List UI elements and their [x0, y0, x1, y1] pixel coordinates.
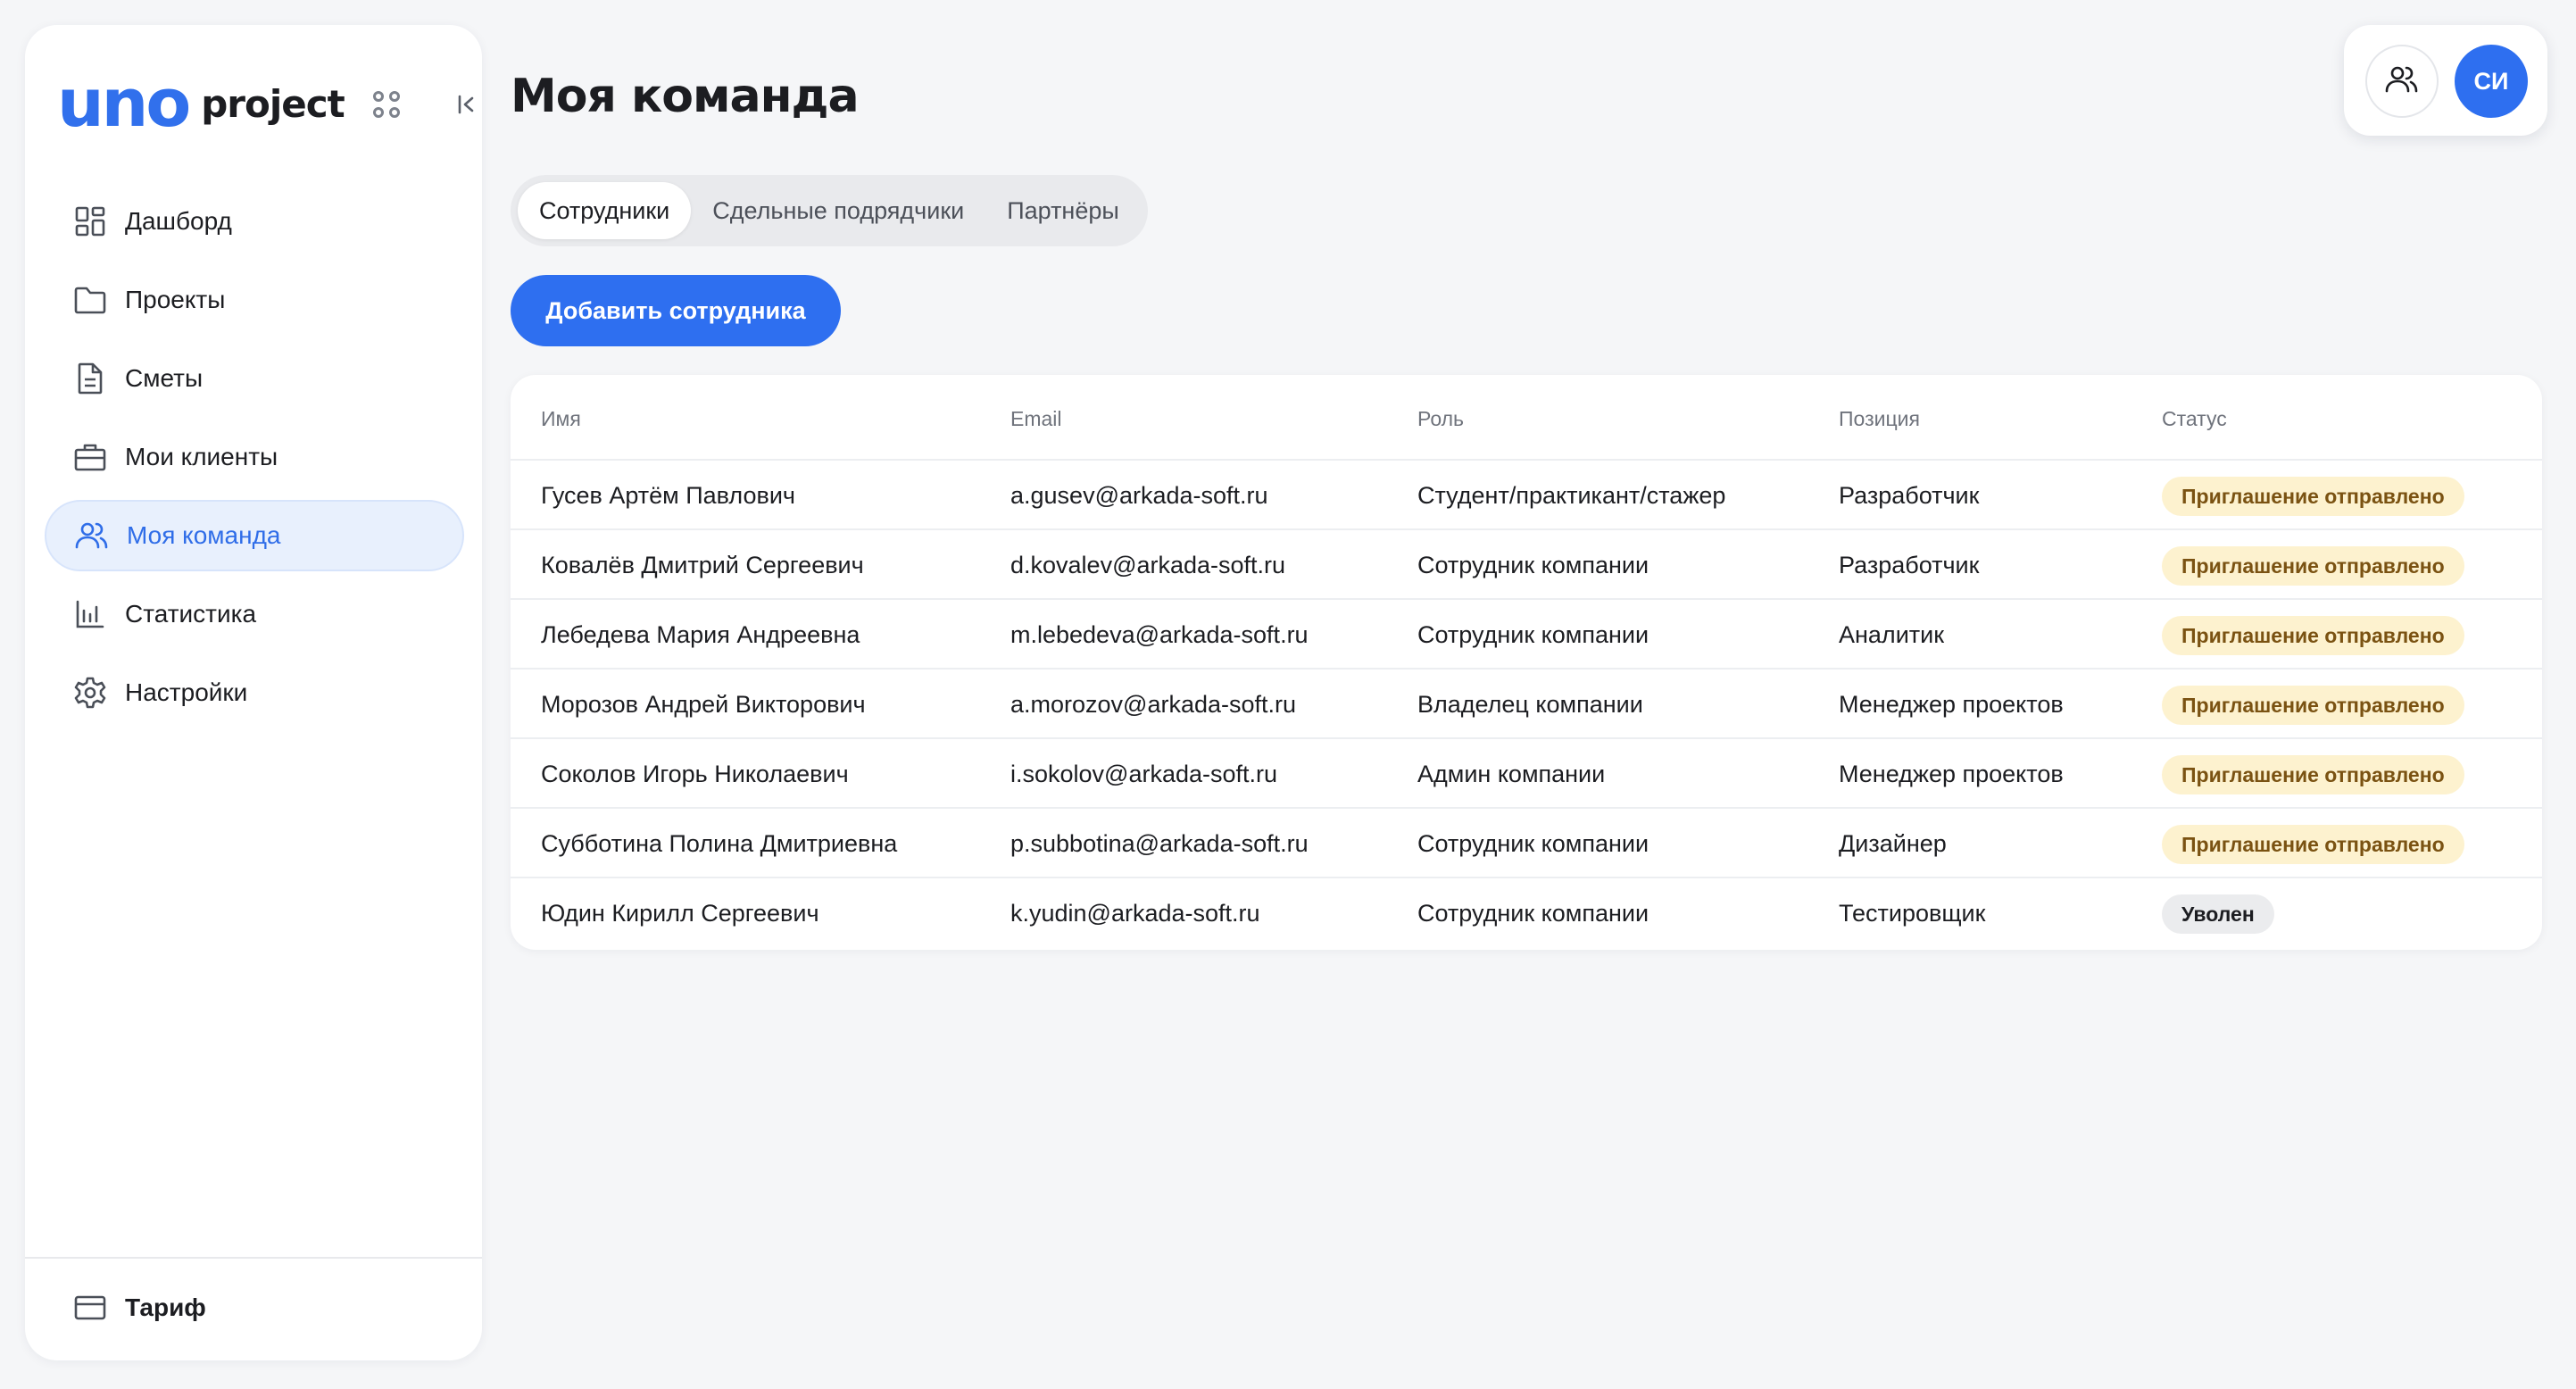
- add-employee-button[interactable]: Добавить сотрудника: [511, 275, 841, 346]
- sidebar-item-label: Статистика: [125, 600, 257, 628]
- table-row[interactable]: Ковалёв Дмитрий Сергеевич d.kovalev@arkad…: [511, 530, 2542, 600]
- cell-role: Владелец компании: [1417, 691, 1643, 718]
- status-badge: Приглашение отправлено: [2162, 477, 2464, 516]
- sidebar: uno project Дашборд Проекты Сметы Мои кл…: [25, 25, 482, 1360]
- status-badge: Приглашение отправлено: [2162, 755, 2464, 794]
- tab-employees[interactable]: Сотрудники: [518, 182, 692, 239]
- cell-position: Тестировщик: [1839, 900, 1986, 927]
- cell-name: Лебедева Мария Андреевна: [541, 621, 860, 648]
- bar-chart-icon: [71, 595, 109, 633]
- employees-table: Имя Email Роль Позиция Статус Гусев Артё…: [511, 375, 2542, 950]
- cell-role: Админ компании: [1417, 761, 1606, 787]
- sidebar-item-team[interactable]: Моя команда: [45, 500, 464, 571]
- cell-email: a.gusev@arkada-soft.ru: [1010, 482, 1268, 509]
- sidebar-item-dashboard[interactable]: Дашборд: [45, 186, 464, 257]
- sidebar-item-settings[interactable]: Настройки: [45, 657, 464, 728]
- sidebar-item-label: Мои клиенты: [125, 443, 278, 470]
- sidebar-item-projects[interactable]: Проекты: [45, 264, 464, 336]
- column-header-role[interactable]: Роль: [1417, 407, 1464, 431]
- table-row[interactable]: Морозов Андрей Викторович a.morozov@arkad…: [511, 670, 2542, 739]
- cell-role: Сотрудник компании: [1417, 621, 1649, 648]
- cell-name: Ковалёв Дмитрий Сергеевич: [541, 552, 864, 578]
- table-row[interactable]: Субботина Полина Дмитриевна p.subbotina@a…: [511, 809, 2542, 878]
- sidebar-item-tariff[interactable]: Тариф: [71, 1289, 206, 1327]
- sidebar-item-label: Настройки: [125, 678, 248, 706]
- gear-icon: [71, 674, 109, 711]
- cell-position: Аналитик: [1839, 621, 1945, 648]
- cell-position: Разработчик: [1839, 482, 1980, 509]
- users-icon: [2384, 63, 2420, 100]
- logo-project-text: project: [201, 81, 345, 126]
- cell-position: Разработчик: [1839, 552, 1980, 578]
- table-row[interactable]: Юдин Кирилл Сергеевич k.yudin@arkada-soft…: [511, 878, 2542, 948]
- cell-role: Сотрудник компании: [1417, 830, 1649, 857]
- sidebar-item-label: Дашборд: [125, 207, 232, 235]
- sidebar-item-statistics[interactable]: Статистика: [45, 578, 464, 650]
- sidebar-item-clients[interactable]: Мои клиенты: [45, 421, 464, 493]
- status-badge: Приглашение отправлено: [2162, 616, 2464, 655]
- sidebar-nav: Дашборд Проекты Сметы Мои клиенты Моя ко…: [45, 186, 464, 736]
- header-actions: СИ: [2344, 25, 2547, 136]
- cell-role: Сотрудник компании: [1417, 900, 1649, 927]
- avatar[interactable]: СИ: [2455, 45, 2528, 118]
- column-header-name[interactable]: Имя: [541, 407, 581, 431]
- cell-email: k.yudin@arkada-soft.ru: [1010, 900, 1260, 927]
- cell-name: Морозов Андрей Викторович: [541, 691, 866, 718]
- logo-uno-text: uno: [57, 65, 191, 142]
- status-badge: Приглашение отправлено: [2162, 825, 2464, 864]
- table-row[interactable]: Лебедева Мария Андреевна m.lebedeva@arkad…: [511, 600, 2542, 670]
- sidebar-item-label: Моя команда: [127, 521, 281, 549]
- apps-grid-icon[interactable]: [373, 91, 400, 118]
- status-badge: Уволен: [2162, 894, 2274, 934]
- sidebar-divider: [25, 1257, 482, 1259]
- status-badge: Приглашение отправлено: [2162, 546, 2464, 586]
- sidebar-item-estimates[interactable]: Сметы: [45, 343, 464, 414]
- cell-name: Соколов Игорь Николаевич: [541, 761, 849, 787]
- column-header-status[interactable]: Статус: [2162, 407, 2227, 431]
- tab-piecework-contractors[interactable]: Сдельные подрядчики: [691, 182, 985, 239]
- users-icon: [73, 517, 111, 554]
- credit-card-icon: [71, 1289, 109, 1327]
- column-header-position[interactable]: Позиция: [1839, 407, 1920, 431]
- collapse-sidebar-icon[interactable]: [452, 89, 482, 120]
- cell-email: a.morozov@arkada-soft.ru: [1010, 691, 1297, 718]
- cell-position: Менеджер проектов: [1839, 691, 2064, 718]
- sidebar-item-label: Проекты: [125, 286, 226, 313]
- tabs: Сотрудники Сдельные подрядчики Партнёры: [511, 175, 1148, 246]
- cell-email: d.kovalev@arkada-soft.ru: [1010, 552, 1286, 578]
- table-header: Имя Email Роль Позиция Статус: [511, 375, 2542, 461]
- cell-role: Сотрудник компании: [1417, 552, 1649, 578]
- table-row[interactable]: Гусев Артём Павлович a.gusev@arkada-soft.…: [511, 461, 2542, 530]
- document-icon: [71, 360, 109, 397]
- cell-email: p.subbotina@arkada-soft.ru: [1010, 830, 1309, 857]
- briefcase-icon: [71, 438, 109, 476]
- cell-position: Менеджер проектов: [1839, 761, 2064, 787]
- tariff-label: Тариф: [125, 1293, 206, 1321]
- sidebar-item-label: Сметы: [125, 364, 204, 392]
- cell-role: Студент/практикант/стажер: [1417, 482, 1726, 509]
- cell-name: Юдин Кирилл Сергеевич: [541, 900, 819, 927]
- cell-email: i.sokolov@arkada-soft.ru: [1010, 761, 1278, 787]
- status-badge: Приглашение отправлено: [2162, 686, 2464, 725]
- cell-name: Гусев Артём Павлович: [541, 482, 795, 509]
- column-header-email[interactable]: Email: [1010, 407, 1062, 431]
- folder-icon: [71, 281, 109, 319]
- dashboard-icon: [71, 203, 109, 240]
- table-row[interactable]: Соколов Игорь Николаевич i.sokolov@arkada…: [511, 739, 2542, 809]
- team-button[interactable]: [2365, 45, 2439, 118]
- cell-email: m.lebedeva@arkada-soft.ru: [1010, 621, 1309, 648]
- cell-name: Субботина Полина Дмитриевна: [541, 830, 898, 857]
- logo[interactable]: uno project: [57, 71, 345, 137]
- page-title: Моя команда: [511, 70, 860, 123]
- cell-position: Дизайнер: [1839, 830, 1947, 857]
- tab-partners[interactable]: Партнёры: [985, 182, 1141, 239]
